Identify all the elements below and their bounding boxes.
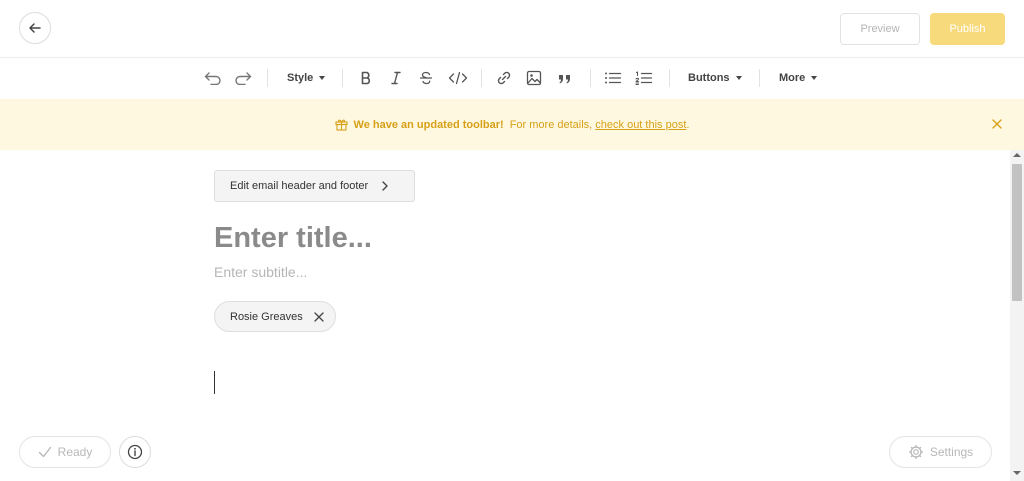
banner-period: .: [686, 118, 690, 131]
settings-label: Settings: [929, 445, 974, 459]
gift-icon: [334, 119, 348, 131]
code-button[interactable]: [446, 68, 470, 88]
quote-icon: [559, 75, 570, 84]
check-icon: [38, 446, 51, 458]
ready-status-button[interactable]: Ready: [19, 436, 111, 468]
caret-down-icon: [319, 76, 326, 80]
publish-button[interactable]: Publish: [930, 13, 1005, 45]
numbered-list-button[interactable]: [634, 68, 654, 88]
image-icon: [526, 70, 542, 86]
edit-header-footer-button[interactable]: Edit email header and footer: [214, 170, 415, 202]
info-button[interactable]: [119, 436, 151, 468]
buttons-dropdown-label: Buttons: [688, 72, 730, 84]
buttons-dropdown[interactable]: Buttons: [688, 68, 742, 88]
bold-icon: [361, 71, 371, 85]
code-icon: [448, 71, 468, 85]
formatting-toolbar: Style Buttons More: [0, 58, 1024, 99]
blockquote-button[interactable]: [555, 68, 575, 88]
banner-text: For more details,: [509, 118, 593, 131]
banner-message: We have an updated toolbar! For more det…: [334, 118, 690, 131]
more-dropdown[interactable]: More: [779, 68, 818, 88]
scroll-down-arrow-icon[interactable]: [1013, 471, 1021, 475]
chevron-right-icon: [382, 181, 388, 191]
undo-icon: [204, 72, 221, 85]
toolbar-divider: [267, 69, 268, 87]
toolbar-divider: [342, 69, 343, 87]
undo-button[interactable]: [203, 68, 223, 88]
author-name: Rosie Greaves: [230, 310, 303, 323]
back-button[interactable]: [19, 12, 51, 44]
back-arrow-icon: [29, 23, 41, 33]
banner-close-button[interactable]: [990, 117, 1004, 131]
style-dropdown[interactable]: Style: [287, 68, 326, 88]
redo-icon: [235, 72, 252, 85]
ready-status-label: Ready: [57, 445, 93, 459]
more-dropdown-label: More: [779, 72, 806, 84]
bullet-list-button[interactable]: [603, 68, 623, 88]
edit-header-footer-label: Edit email header and footer: [230, 180, 369, 192]
style-dropdown-label: Style: [287, 72, 314, 84]
italic-icon: [391, 71, 401, 85]
italic-button[interactable]: [386, 68, 406, 88]
toolbar-divider: [669, 69, 670, 87]
numbered-list-icon: [635, 71, 653, 85]
settings-button[interactable]: Settings: [889, 436, 992, 468]
link-button[interactable]: [494, 68, 514, 88]
remove-author-icon[interactable]: [313, 311, 325, 323]
toolbar-update-banner: We have an updated toolbar! For more det…: [0, 99, 1024, 150]
link-icon: [497, 71, 511, 85]
toolbar-divider: [481, 69, 482, 87]
caret-down-icon: [735, 76, 742, 80]
strikethrough-button[interactable]: [416, 68, 436, 88]
banner-link[interactable]: check out this post: [595, 119, 686, 131]
gear-icon: [908, 444, 923, 460]
toolbar-divider: [759, 69, 760, 87]
toolbar-divider: [590, 69, 591, 87]
subtitle-input[interactable]: Enter subtitle...: [214, 264, 307, 280]
close-icon: [992, 119, 1002, 129]
author-chip: Rosie Greaves: [214, 301, 336, 332]
caret-down-icon: [811, 76, 818, 80]
redo-button[interactable]: [233, 68, 253, 88]
strikethrough-icon: [419, 71, 433, 85]
scrollbar-thumb[interactable]: [1012, 164, 1022, 301]
bullet-list-icon: [605, 72, 622, 84]
info-icon: [127, 444, 143, 460]
title-input[interactable]: Enter title...: [214, 222, 372, 255]
top-bar: Preview Publish: [0, 0, 1024, 58]
text-cursor: [214, 371, 215, 394]
preview-button[interactable]: Preview: [840, 13, 920, 45]
scroll-up-arrow-icon[interactable]: [1013, 153, 1021, 157]
image-button[interactable]: [524, 68, 544, 88]
bold-button[interactable]: [356, 68, 376, 88]
banner-bold-text: We have an updated toolbar!: [353, 118, 504, 131]
